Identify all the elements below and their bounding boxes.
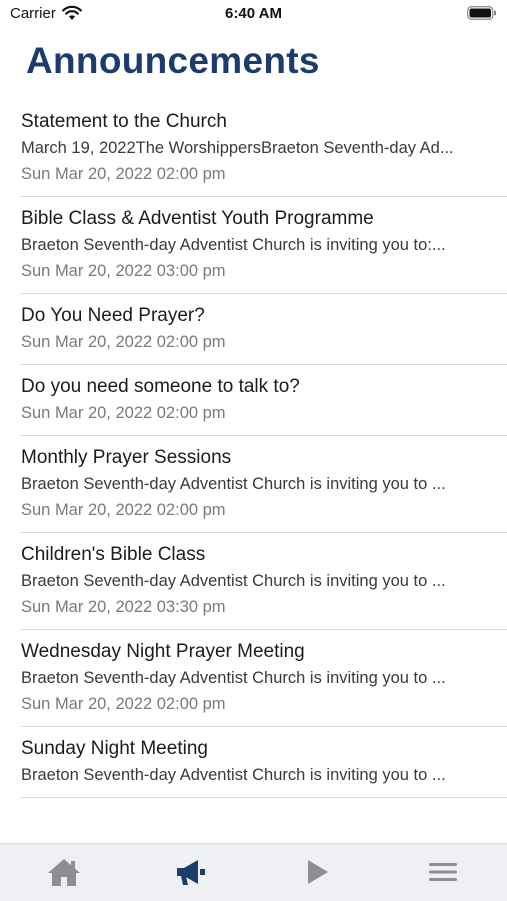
announcement-title: Wednesday Night Prayer Meeting bbox=[21, 641, 305, 662]
tab-home[interactable] bbox=[44, 856, 84, 888]
announcement-description: Braeton Seventh-day Adventist Church is … bbox=[21, 572, 446, 590]
announcement-item[interactable]: Bible Class & Adventist Youth Programme … bbox=[21, 197, 507, 294]
tab-announcements[interactable] bbox=[170, 856, 210, 888]
announcement-item[interactable]: Monthly Prayer Sessions Braeton Seventh-… bbox=[21, 436, 507, 533]
announcement-date: Sun Mar 20, 2022 02:00 pm bbox=[21, 333, 226, 351]
tab-media[interactable] bbox=[296, 856, 336, 888]
battery-icon bbox=[467, 6, 497, 20]
announcement-description: Braeton Seventh-day Adventist Church is … bbox=[21, 669, 446, 687]
status-bar: Carrier 6:40 AM bbox=[0, 0, 507, 30]
megaphone-icon bbox=[172, 857, 208, 887]
announcement-date: Sun Mar 20, 2022 02:00 pm bbox=[21, 165, 226, 183]
page-title: Announcements bbox=[26, 40, 320, 81]
announcement-item[interactable]: Wednesday Night Prayer Meeting Braeton S… bbox=[21, 630, 507, 727]
announcement-item[interactable]: Do you need someone to talk to? Sun Mar … bbox=[21, 365, 507, 436]
tab-menu[interactable] bbox=[423, 856, 463, 888]
announcement-item[interactable]: Children's Bible Class Braeton Seventh-d… bbox=[21, 533, 507, 630]
play-icon bbox=[301, 857, 331, 887]
menu-icon bbox=[428, 860, 458, 884]
announcement-title: Monthly Prayer Sessions bbox=[21, 447, 232, 468]
announcement-description: Braeton Seventh-day Adventist Church is … bbox=[21, 475, 446, 493]
announcement-date: Sun Mar 20, 2022 03:00 pm bbox=[21, 262, 226, 280]
announcement-date: Sun Mar 20, 2022 02:00 pm bbox=[21, 501, 226, 519]
tab-bar bbox=[0, 843, 507, 901]
announcement-description: March 19, 2022The WorshippersBraeton Sev… bbox=[21, 139, 454, 157]
home-icon bbox=[46, 857, 82, 887]
announcement-title: Do you need someone to talk to? bbox=[21, 376, 300, 397]
announcement-title: Children's Bible Class bbox=[21, 544, 206, 565]
announcements-list[interactable]: Statement to the Church March 19, 2022Th… bbox=[0, 100, 507, 843]
announcement-item[interactable]: Do You Need Prayer? Sun Mar 20, 2022 02:… bbox=[21, 294, 507, 365]
announcement-title: Statement to the Church bbox=[21, 111, 227, 132]
announcement-title: Sunday Night Meeting bbox=[21, 738, 208, 759]
announcement-title: Do You Need Prayer? bbox=[21, 305, 205, 326]
announcement-item[interactable]: Sunday Night Meeting Braeton Seventh-day… bbox=[21, 727, 507, 798]
announcement-description: Braeton Seventh-day Adventist Church is … bbox=[21, 766, 446, 784]
clock-time: 6:40 AM bbox=[225, 5, 282, 22]
announcement-date: Sun Mar 20, 2022 03:30 pm bbox=[21, 598, 226, 616]
announcement-date: Sun Mar 20, 2022 02:00 pm bbox=[21, 695, 226, 713]
announcement-date: Sun Mar 20, 2022 02:00 pm bbox=[21, 404, 226, 422]
announcement-description: Braeton Seventh-day Adventist Church is … bbox=[21, 236, 446, 254]
announcement-item[interactable]: Statement to the Church March 19, 2022Th… bbox=[21, 100, 507, 197]
announcement-title: Bible Class & Adventist Youth Programme bbox=[21, 208, 374, 229]
